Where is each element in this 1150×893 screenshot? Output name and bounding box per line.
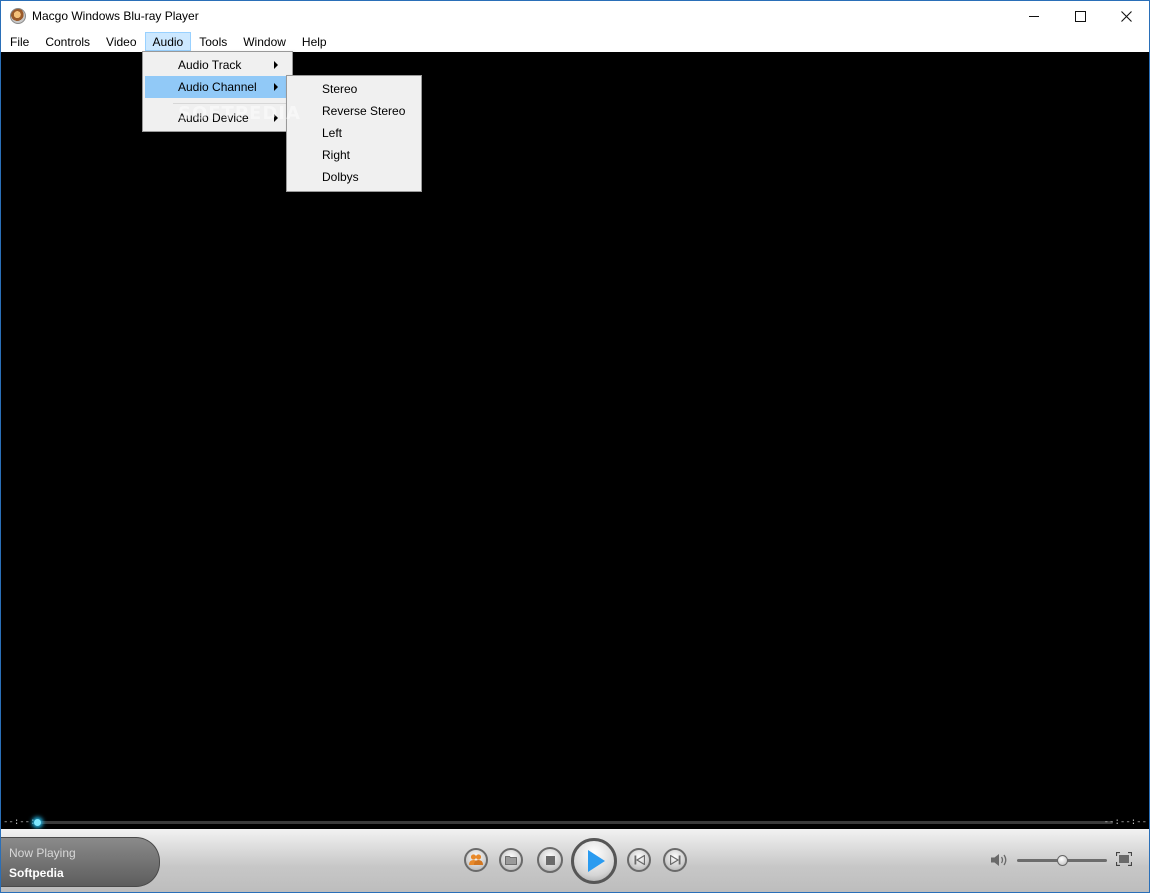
play-icon: [588, 850, 605, 872]
menu-audio[interactable]: Audio: [144, 32, 192, 51]
menu-item-label: Dolbys: [322, 170, 359, 184]
menu-bar: File Controls Video Audio Tools Window H…: [1, 31, 1149, 52]
watermark: SOFTPEDIA: [178, 103, 301, 124]
menu-item-label: Left: [322, 126, 343, 140]
menu-file[interactable]: File: [2, 32, 37, 51]
menu-item-audio-track[interactable]: Audio Track: [145, 54, 290, 76]
menu-item-label: Right: [322, 148, 351, 162]
menu-item-label: Stereo: [322, 82, 358, 96]
now-playing-title: Softpedia: [9, 866, 64, 880]
stop-icon: [545, 855, 555, 865]
users-icon: [469, 854, 483, 865]
folder-icon: [505, 856, 517, 865]
next-button[interactable]: [663, 848, 687, 872]
next-icon: [669, 855, 680, 865]
maximize-icon: [1074, 10, 1086, 22]
fullscreen-icon[interactable]: [1116, 852, 1132, 866]
window-title: Macgo Windows Blu-ray Player: [32, 9, 199, 23]
open-folder-button[interactable]: [499, 848, 523, 872]
menu-video[interactable]: Video: [98, 32, 144, 51]
menu-item-right[interactable]: Right: [289, 144, 419, 166]
video-area[interactable]: [1, 52, 1149, 816]
audio-channel-submenu: Stereo Reverse Stereo Left Right Dolbys: [286, 75, 422, 192]
close-icon: [1120, 10, 1132, 22]
play-button[interactable]: [571, 838, 617, 884]
menu-item-audio-channel[interactable]: Audio Channel: [145, 76, 290, 98]
close-button[interactable]: [1103, 1, 1149, 31]
menu-item-left[interactable]: Left: [289, 122, 419, 144]
minimize-icon: [1029, 15, 1039, 17]
volume-slider[interactable]: [1017, 855, 1107, 866]
menu-item-label: Reverse Stereo: [322, 104, 406, 118]
total-time: --:--:--: [1103, 817, 1147, 827]
users-button[interactable]: [464, 848, 488, 872]
previous-button[interactable]: [627, 848, 651, 872]
volume-thumb[interactable]: [1057, 855, 1068, 866]
submenu-arrow-icon: [274, 61, 278, 69]
menu-help[interactable]: Help: [294, 32, 335, 51]
seek-thumb[interactable]: [34, 819, 41, 826]
maximize-button[interactable]: [1057, 1, 1103, 31]
menu-item-label: Audio Channel: [178, 80, 257, 94]
seek-bar: --:--:-- --:--:--: [1, 816, 1149, 829]
window-controls: [1011, 1, 1149, 31]
now-playing-panel: Now Playing Softpedia: [1, 837, 160, 887]
player-window: Macgo Windows Blu-ray Player File Contro…: [0, 0, 1150, 893]
title-bar: Macgo Windows Blu-ray Player: [1, 1, 1149, 31]
app-icon: [10, 8, 26, 24]
previous-icon: [634, 855, 645, 865]
stop-button[interactable]: [537, 847, 563, 873]
menu-item-reverse-stereo[interactable]: Reverse Stereo: [289, 100, 419, 122]
menu-item-stereo[interactable]: Stereo: [289, 78, 419, 100]
volume-icon[interactable]: [990, 853, 1008, 867]
menu-controls[interactable]: Controls: [37, 32, 98, 51]
now-playing-label: Now Playing: [9, 846, 76, 860]
menu-item-dolbys[interactable]: Dolbys: [289, 166, 419, 188]
minimize-button[interactable]: [1011, 1, 1057, 31]
menu-item-label: Audio Track: [178, 58, 242, 72]
menu-window[interactable]: Window: [235, 32, 294, 51]
menu-tools[interactable]: Tools: [191, 32, 235, 51]
control-bar: Now Playing Softpedia: [1, 829, 1149, 892]
seek-track[interactable]: [34, 819, 1113, 826]
submenu-arrow-icon: [274, 83, 278, 91]
